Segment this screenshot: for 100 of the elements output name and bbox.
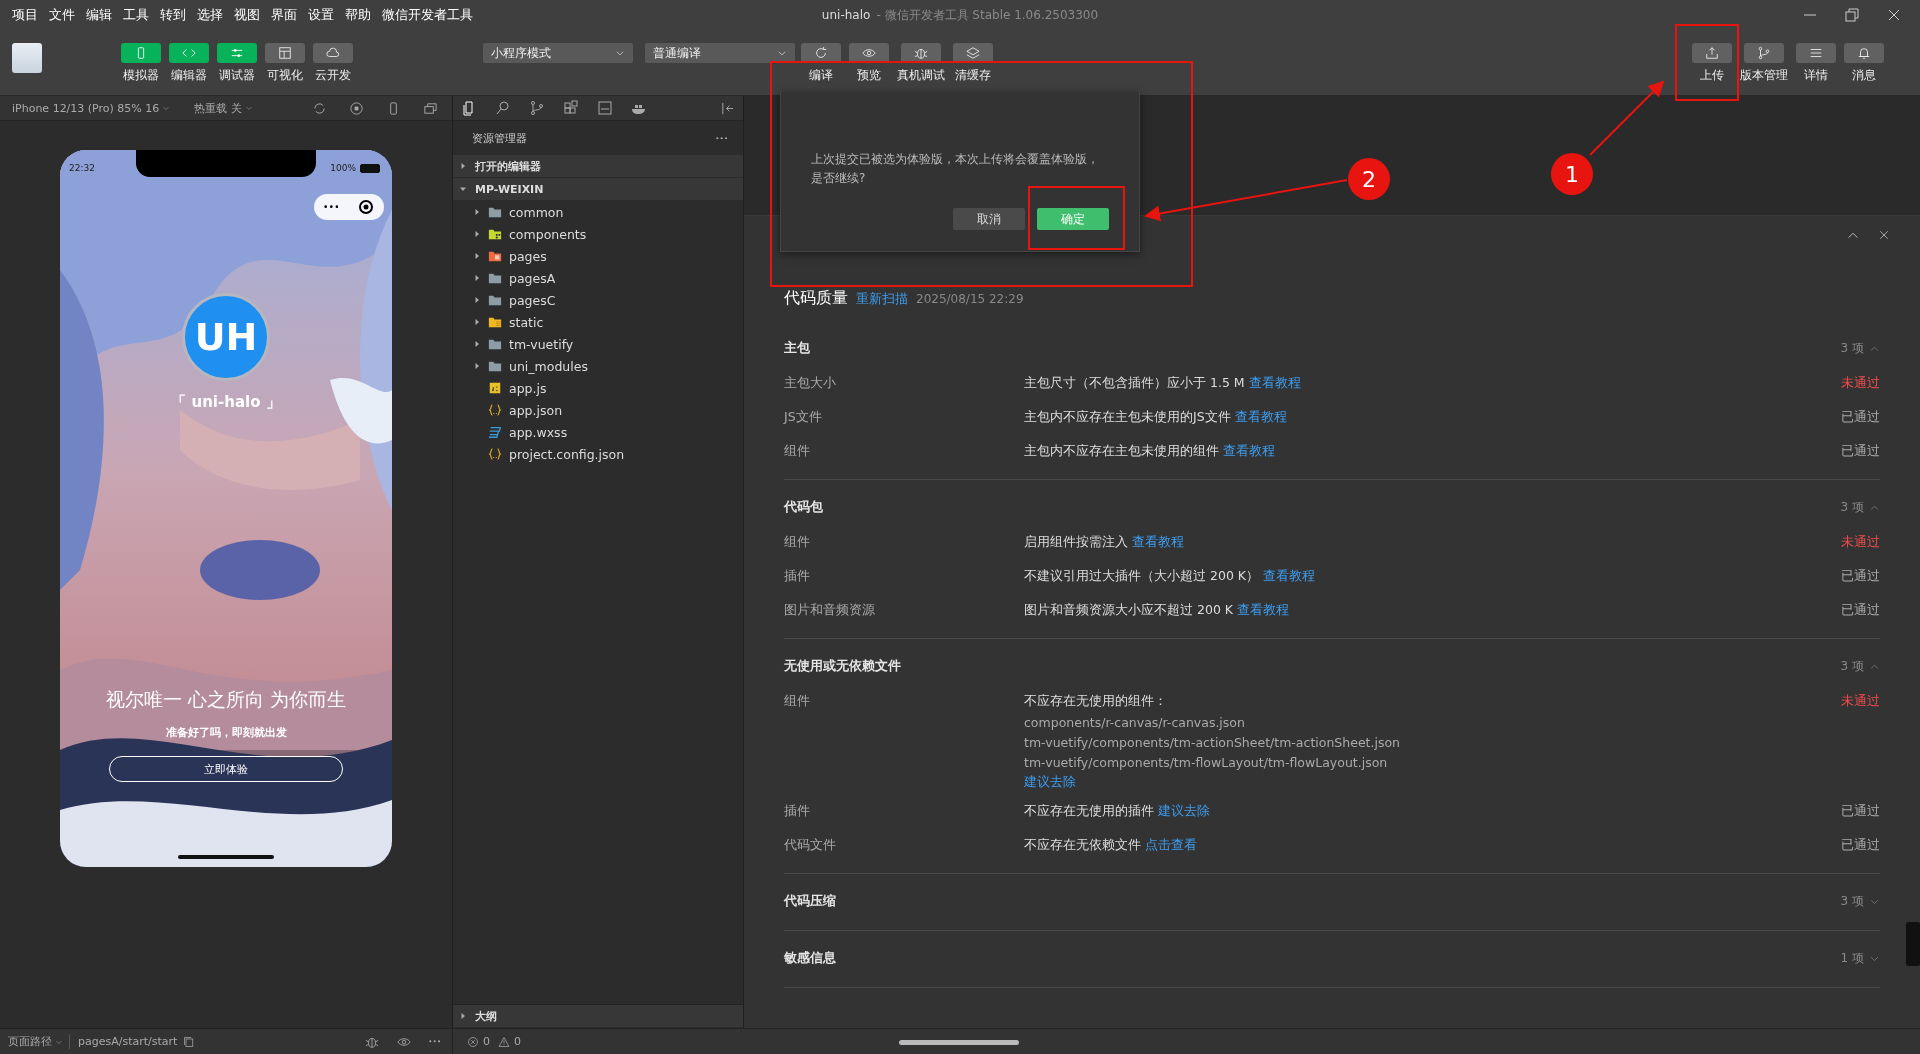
tutorial-link[interactable]: 查看教程 bbox=[1237, 602, 1289, 619]
menu-item[interactable]: 文件 bbox=[49, 6, 75, 24]
check-name: 主包大小 bbox=[784, 375, 837, 392]
refresh-icon bbox=[814, 46, 828, 60]
section-toggle[interactable]: 3 项 bbox=[1840, 892, 1880, 910]
file-tree-item[interactable]: app.js bbox=[453, 377, 743, 399]
menu-item[interactable]: 界面 bbox=[271, 6, 297, 24]
toolbar-button[interactable] bbox=[313, 43, 353, 63]
file-tree-item[interactable]: common bbox=[453, 201, 743, 223]
section-toggle[interactable]: 3 项 bbox=[1840, 657, 1880, 675]
menu-item[interactable]: 选择 bbox=[197, 6, 223, 24]
menu-item[interactable]: 视图 bbox=[234, 6, 260, 24]
menu-item[interactable]: 转到 bbox=[160, 6, 186, 24]
blocks-icon bbox=[563, 100, 579, 116]
compile-dropdown[interactable]: 普通编译 bbox=[645, 43, 795, 63]
menu-item[interactable]: 帮助 bbox=[345, 6, 371, 24]
section-toggle[interactable]: 3 项 bbox=[1840, 498, 1880, 516]
toolbar-button[interactable] bbox=[1692, 43, 1732, 63]
file-tree-item[interactable]: pages bbox=[453, 245, 743, 267]
toolbar-label: 清缓存 bbox=[955, 67, 991, 84]
toolbar-label: 版本管理 bbox=[1740, 67, 1788, 84]
check-description: 不应存在无使用的插件 bbox=[1024, 803, 1154, 820]
eye-icon bbox=[862, 46, 876, 60]
warning-count: 0 bbox=[514, 1035, 521, 1048]
section-header[interactable]: 大纲 bbox=[453, 1004, 743, 1028]
toolbar-button[interactable] bbox=[1796, 43, 1836, 63]
file-tree-item[interactable]: static bbox=[453, 311, 743, 333]
tutorial-link[interactable]: 查看教程 bbox=[1234, 409, 1287, 426]
suggestion-link[interactable]: 建议去除 bbox=[1024, 774, 1841, 791]
tutorial-link[interactable]: 点击查看 bbox=[1145, 837, 1197, 854]
section-title: 主包 bbox=[784, 339, 810, 357]
chevron-icon bbox=[473, 208, 481, 216]
file-tree-item[interactable]: components bbox=[453, 223, 743, 245]
check-description: 启用组件按需注入 bbox=[1024, 534, 1128, 551]
tutorial-link[interactable]: 建议去除 bbox=[1158, 803, 1210, 820]
sidebar-tab[interactable] bbox=[595, 98, 615, 118]
caret-icon bbox=[615, 48, 625, 58]
window-title: uni-halo bbox=[821, 7, 871, 22]
section-toggle[interactable]: 1 项 bbox=[1840, 949, 1880, 967]
file-tree-item[interactable]: project.config.json bbox=[453, 443, 743, 465]
mode-dropdown[interactable]: 小程序模式 bbox=[483, 43, 633, 63]
check-name: 插件 bbox=[784, 568, 811, 585]
capsule-button[interactable] bbox=[314, 194, 384, 220]
folder-icon bbox=[488, 249, 502, 263]
folder-icon bbox=[488, 205, 502, 219]
menu-item[interactable]: 项目 bbox=[12, 6, 38, 24]
battery-level: 100% bbox=[330, 163, 356, 173]
toolbar-button[interactable] bbox=[849, 43, 889, 63]
toolbar-button[interactable] bbox=[265, 43, 305, 63]
check-status: 未通过 bbox=[1841, 693, 1880, 710]
menu-item[interactable]: 工具 bbox=[123, 6, 149, 24]
check-name: 组件 bbox=[784, 443, 811, 460]
tutorial-link[interactable]: 查看教程 bbox=[1223, 443, 1275, 460]
page-path-dropdown[interactable]: 页面路径 bbox=[0, 1034, 70, 1049]
toolbar-button[interactable] bbox=[121, 43, 161, 63]
caret-icon bbox=[777, 48, 787, 58]
more-icon bbox=[715, 136, 727, 140]
chevron-icon bbox=[473, 362, 481, 370]
folder-icon bbox=[488, 315, 502, 329]
file-tree-item[interactable]: tm-vuetify bbox=[453, 333, 743, 355]
device-dropdown[interactable]: iPhone 12/13 (Pro) 85% 16 bbox=[0, 101, 183, 115]
menu-item[interactable]: 微信开发者工具 bbox=[382, 6, 473, 24]
file-tree-item[interactable]: app.wxss bbox=[453, 421, 743, 443]
scroll-handle[interactable] bbox=[1906, 922, 1920, 966]
tutorial-link[interactable]: 查看教程 bbox=[1132, 534, 1184, 551]
rescan-link[interactable]: 重新扫描 bbox=[856, 291, 908, 308]
file-path: tm-vuetify/components/tm-flowLayout/tm-flowLayout.json bbox=[1024, 755, 1389, 770]
caret-icon bbox=[244, 104, 253, 112]
file-tree-item[interactable]: pagesA bbox=[453, 267, 743, 289]
menu-item[interactable]: 设置 bbox=[308, 6, 334, 24]
file-tree-item[interactable]: pagesC bbox=[453, 289, 743, 311]
toolbar-button[interactable] bbox=[901, 43, 941, 63]
chevron-icon bbox=[473, 252, 481, 260]
toolbar-label: 上传 bbox=[1700, 67, 1724, 84]
section-header[interactable]: MP-WEIXIN bbox=[453, 178, 743, 201]
warning-icon bbox=[498, 1035, 510, 1048]
check-status: 已通过 bbox=[1841, 409, 1880, 426]
hot-reload-dropdown[interactable]: 热重载 关 bbox=[182, 100, 265, 116]
toolbar-button[interactable] bbox=[217, 43, 257, 63]
more-button[interactable] bbox=[713, 134, 729, 142]
menu-item[interactable]: 编辑 bbox=[86, 6, 112, 24]
file-tree-item[interactable]: uni_modules bbox=[453, 355, 743, 377]
check-name: 图片和音频资源 bbox=[784, 602, 876, 619]
toolbar-button[interactable] bbox=[953, 43, 993, 63]
toolbar-button[interactable] bbox=[1844, 43, 1884, 63]
panel-icon bbox=[597, 100, 613, 116]
cancel-button[interactable]: 取消 bbox=[953, 208, 1025, 230]
chevron-icon bbox=[473, 340, 481, 348]
tutorial-link[interactable]: 查看教程 bbox=[1263, 568, 1315, 585]
section-header[interactable]: 打开的编辑器 bbox=[453, 155, 743, 178]
close-icon bbox=[1878, 229, 1890, 241]
section-toggle[interactable]: 3 项 bbox=[1840, 339, 1880, 357]
toolbar-button[interactable] bbox=[801, 43, 841, 63]
json-file-icon bbox=[488, 403, 502, 417]
close-icon bbox=[1886, 7, 1902, 23]
file-tree-item[interactable]: app.json bbox=[453, 399, 743, 421]
tutorial-link[interactable]: 查看教程 bbox=[1248, 375, 1301, 392]
check-status: 已通过 bbox=[1841, 568, 1880, 585]
css-file-icon bbox=[488, 425, 502, 439]
toolbar-button[interactable] bbox=[1744, 43, 1784, 63]
